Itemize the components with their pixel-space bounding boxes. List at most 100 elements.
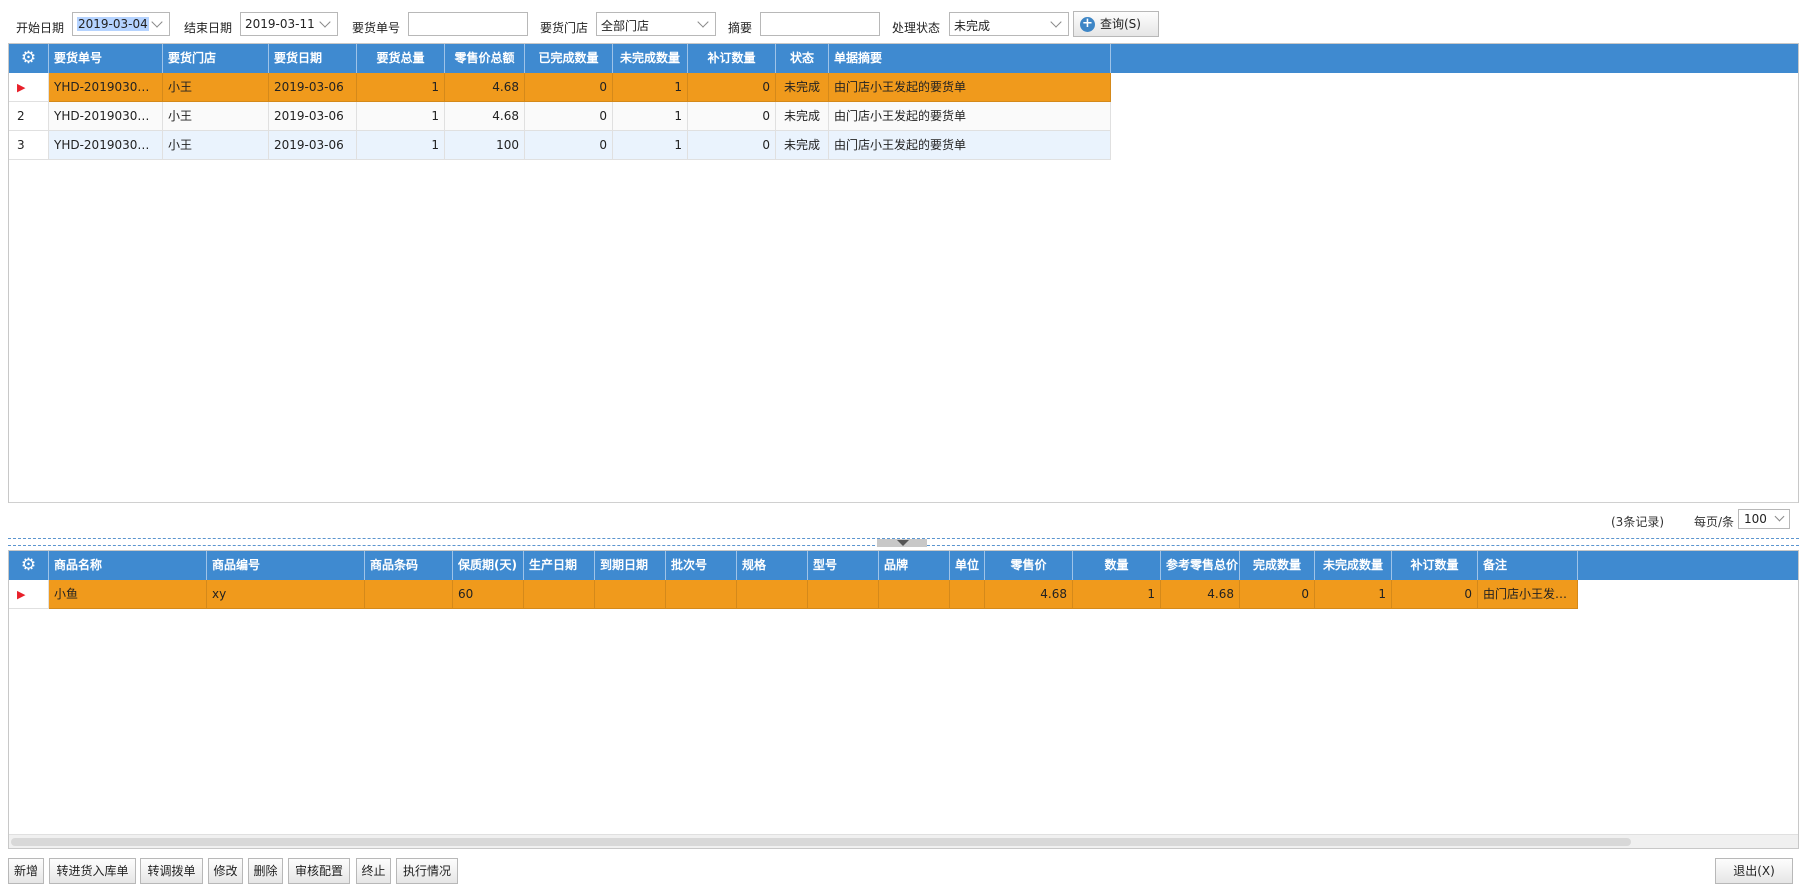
column-header[interactable]: 到期日期 <box>595 551 666 580</box>
table-cell: 小鱼 <box>49 580 207 609</box>
column-header[interactable]: 要货单号 <box>49 44 163 73</box>
start-date-picker[interactable]: 2019-03-04 <box>72 12 170 36</box>
column-header[interactable]: 补订数量 <box>1392 551 1478 580</box>
collapse-handle[interactable] <box>877 539 927 547</box>
table-cell: YHD-20190306-002 <box>49 102 163 131</box>
table-cell: 由门店小王发起的要货单 <box>829 73 1111 102</box>
table-cell: 0 <box>525 73 613 102</box>
table-cell: 0 <box>688 131 776 160</box>
column-header[interactable]: 未完成数量 <box>1315 551 1392 580</box>
row-number: 3 <box>9 131 49 160</box>
order-detail-header: ⚙ 商品名称 商品编号 商品条码 保质期(天) 生产日期 到期日期 批次号 规格 型号 品牌 单位零… <box>9 551 1798 580</box>
column-header[interactable]: 批次号 <box>666 551 737 580</box>
play-arrow-icon: ▶ <box>17 588 26 601</box>
filter-bar: 开始日期 2019-03-04 结束日期 2019-03-11 要货单号 要货门… <box>0 10 1799 38</box>
table-cell: 小王 <box>163 73 269 102</box>
column-header[interactable]: 完成数量 <box>1240 551 1315 580</box>
column-header[interactable]: 保质期(天) <box>453 551 524 580</box>
row-number: ▶ <box>9 580 49 609</box>
column-header[interactable]: 商品名称 <box>49 551 207 580</box>
table-cell: 0 <box>525 102 613 131</box>
table-row[interactable]: 2 YHD-20190306-002 小王 2019-03-06 1 4.68 0 1 0 未完成… <box>9 102 1111 131</box>
record-count: (3条记录) <box>1611 515 1664 529</box>
delete-button[interactable]: 删除 <box>248 858 283 884</box>
table-cell <box>365 580 453 609</box>
add-button[interactable]: 新增 <box>8 858 44 884</box>
execution-button[interactable]: 执行情况 <box>396 858 458 884</box>
column-header[interactable]: 生产日期 <box>524 551 595 580</box>
table-cell: 0 <box>1392 580 1478 609</box>
query-button[interactable]: + 查询(S) <box>1073 11 1159 37</box>
column-header[interactable]: 零售价总额 <box>445 44 525 73</box>
plus-circle-icon: + <box>1080 17 1095 32</box>
table-cell <box>666 580 737 609</box>
end-date-picker[interactable]: 2019-03-11 <box>240 12 338 36</box>
order-no-input[interactable] <box>408 12 528 36</box>
column-header[interactable]: 补订数量 <box>688 44 776 73</box>
table-cell: 2019-03-06 <box>269 102 357 131</box>
edit-button[interactable]: 修改 <box>208 858 243 884</box>
order-list-header: ⚙ 要货单号 要货门店 要货日期 要货总量 零售价总额 已完成数量 未完成数量 补订数量 状态单… <box>9 44 1798 73</box>
table-cell: 未完成 <box>776 73 829 102</box>
play-arrow-icon: ▶ <box>17 81 26 94</box>
table-cell: 2019-03-06 <box>269 73 357 102</box>
column-header[interactable]: 备注 <box>1478 551 1578 580</box>
to-transfer-button[interactable]: 转调拨单 <box>140 858 203 884</box>
gear-icon[interactable]: ⚙ <box>9 551 49 580</box>
order-no-label: 要货单号 <box>352 21 401 35</box>
table-row[interactable]: ▶小鱼xy604.6814.68010由门店小王发起的要货单 <box>9 580 1578 609</box>
table-cell <box>737 580 808 609</box>
column-header[interactable]: 要货总量 <box>357 44 445 73</box>
column-header[interactable]: 规格 <box>737 551 808 580</box>
table-cell <box>808 580 879 609</box>
table-cell: 4.68 <box>1161 580 1240 609</box>
table-cell: 2019-03-06 <box>269 131 357 160</box>
column-header[interactable]: 型号 <box>808 551 879 580</box>
column-header[interactable]: 单位 <box>950 551 985 580</box>
exit-button[interactable]: 退出(X) <box>1715 858 1793 884</box>
table-row[interactable]: 3 YHD-20190306-001 小王 2019-03-06 1 100 0 1 0 未完成由… <box>9 131 1111 160</box>
to-stock-in-button[interactable]: 转进货入库单 <box>49 858 136 884</box>
audit-config-button[interactable]: 审核配置 <box>288 858 350 884</box>
horizontal-scrollbar[interactable] <box>9 834 1798 848</box>
table-cell: xy <box>207 580 365 609</box>
summary-input[interactable] <box>760 12 880 36</box>
table-cell: 1 <box>357 131 445 160</box>
scrollbar-thumb[interactable] <box>11 838 1631 846</box>
summary-label: 摘要 <box>728 21 753 35</box>
table-cell <box>595 580 666 609</box>
table-cell: 1 <box>613 131 688 160</box>
table-cell: YHD-20190306-003 <box>49 73 163 102</box>
table-cell: 60 <box>453 580 524 609</box>
column-header[interactable]: 商品条码 <box>365 551 453 580</box>
column-header[interactable]: 商品编号 <box>207 551 365 580</box>
per-page-select[interactable]: 100 <box>1738 509 1790 529</box>
column-header[interactable]: 零售价 <box>985 551 1073 580</box>
store-label: 要货门店 <box>540 21 589 35</box>
column-header[interactable]: 参考零售总价 <box>1161 551 1240 580</box>
start-date-label: 开始日期 <box>16 21 65 35</box>
terminate-button[interactable]: 终止 <box>356 858 391 884</box>
table-cell: 小王 <box>163 102 269 131</box>
table-cell: 0 <box>688 102 776 131</box>
table-row[interactable]: ▶ YHD-20190306-003 小王 2019-03-06 1 4.68 0 1 0 未完成… <box>9 73 1111 102</box>
column-header[interactable]: 已完成数量 <box>525 44 613 73</box>
table-cell: YHD-20190306-001 <box>49 131 163 160</box>
store-select[interactable]: 全部门店 <box>596 12 716 36</box>
table-cell: 未完成 <box>776 102 829 131</box>
per-page-label: 每页/条 <box>1693 515 1734 529</box>
column-header[interactable]: 要货门店 <box>163 44 269 73</box>
end-date-value: 2019-03-11 <box>245 17 315 31</box>
column-header[interactable]: 要货日期 <box>269 44 357 73</box>
status-select[interactable]: 未完成 <box>949 12 1069 36</box>
column-header[interactable]: 状态 <box>776 44 829 73</box>
table-cell: 4.68 <box>985 580 1073 609</box>
status-select-value: 未完成 <box>954 19 991 33</box>
column-header[interactable]: 单据摘要 <box>829 44 1111 73</box>
column-header[interactable]: 数量 <box>1073 551 1161 580</box>
column-header[interactable]: 未完成数量 <box>613 44 688 73</box>
query-button-label: 查询(S) <box>1100 17 1141 31</box>
column-header[interactable]: 品牌 <box>879 551 950 580</box>
table-cell: 4.68 <box>445 102 525 131</box>
gear-icon[interactable]: ⚙ <box>9 44 49 73</box>
